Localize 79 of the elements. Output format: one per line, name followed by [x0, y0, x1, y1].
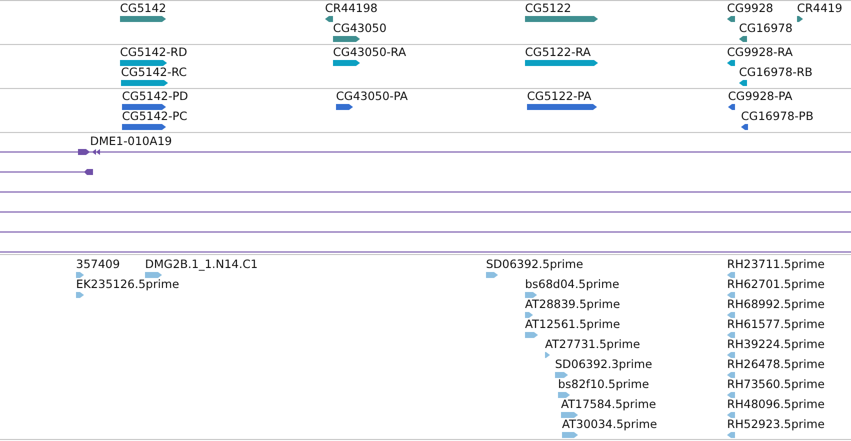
feature-arrow[interactable] — [561, 412, 578, 418]
feature-arrow[interactable] — [120, 16, 166, 22]
feature-label: RH48096.5prime — [727, 398, 825, 411]
feature-label: CG43050-RA — [333, 46, 406, 59]
feature-arrow[interactable] — [727, 352, 735, 358]
feature-label: SD06392.3prime — [555, 358, 652, 371]
feature-arrow[interactable] — [76, 272, 84, 278]
feature-arrow[interactable] — [739, 80, 747, 86]
feature-label: RH73560.5prime — [727, 378, 825, 391]
feature-label: CG9928 — [727, 2, 774, 15]
feature-label: AT28839.5prime — [525, 298, 620, 311]
feature-arrow[interactable] — [727, 332, 735, 338]
feature-arrow[interactable] — [122, 104, 166, 110]
feature-arrow[interactable] — [727, 432, 735, 438]
feature-arrow[interactable] — [727, 372, 735, 378]
feature-arrow[interactable] — [558, 392, 570, 398]
feature-label: bs68d04.5prime — [525, 278, 620, 291]
feature-label: CR44198 — [325, 2, 378, 15]
feature-label: CG9928-RA — [727, 46, 793, 59]
feature-label: CG5142-PC — [122, 110, 188, 123]
feature-label: 357409 — [76, 258, 120, 271]
feature-arrow[interactable] — [76, 292, 84, 298]
feature-arrow[interactable] — [727, 292, 735, 298]
feature-label: CG43050-PA — [336, 90, 408, 103]
feature-label: RH26478.5prime — [727, 358, 825, 371]
feature-label: RH62701.5prime — [727, 278, 825, 291]
feature-arrow[interactable] — [122, 124, 166, 130]
feature-label: RH39224.5prime — [727, 338, 825, 351]
feature-label: CG5122 — [525, 2, 572, 15]
feature-arrow[interactable] — [727, 60, 735, 66]
feature-arrow[interactable] — [486, 272, 498, 278]
feature-arrow[interactable] — [145, 272, 162, 278]
feature-label: CG16978-RB — [739, 66, 813, 79]
feature-arrow[interactable] — [527, 104, 597, 110]
feature-arrow[interactable] — [728, 104, 735, 110]
feature-arrow[interactable] — [325, 16, 333, 22]
feature-arrow[interactable] — [727, 392, 735, 398]
feature-arrow[interactable] — [525, 292, 537, 298]
feature-label: EK235126.5prime — [76, 278, 180, 291]
feature-arrow[interactable] — [525, 312, 533, 318]
feature-arrow[interactable] — [120, 60, 167, 66]
feature-label: CG5142-RC — [121, 66, 187, 79]
feature-label: AT12561.5prime — [525, 318, 620, 331]
feature-label: AT17584.5prime — [561, 398, 656, 411]
feature-label: CR4419 — [797, 2, 842, 15]
feature-label: CG43050 — [333, 22, 387, 35]
feature-label: CG5142-RD — [120, 46, 188, 59]
feature-arrow[interactable] — [121, 80, 168, 86]
clone-label: DME1-010A19 — [90, 135, 172, 148]
feature-label: AT30034.5prime — [562, 418, 658, 431]
feature-arrow[interactable] — [555, 372, 568, 378]
feature-label: CG5122-PA — [527, 90, 592, 103]
feature-arrow[interactable] — [727, 16, 735, 22]
feature-arrow[interactable] — [545, 352, 550, 358]
feature-label: CG5142 — [120, 2, 166, 15]
feature-label: RH52923.5prime — [727, 418, 825, 431]
feature-label: bs82f10.5prime — [558, 378, 650, 391]
feature-arrow[interactable] — [333, 60, 360, 66]
feature-arrow[interactable] — [727, 312, 735, 318]
feature-arrow[interactable] — [739, 36, 747, 42]
feature-label: RH61577.5prime — [727, 318, 825, 331]
feature-arrow[interactable] — [333, 36, 360, 42]
feature-arrow[interactable] — [727, 412, 735, 418]
feature-label: CG5122-RA — [525, 46, 591, 59]
feature-arrow[interactable] — [562, 432, 578, 438]
feature-arrow[interactable] — [727, 272, 735, 278]
feature-arrow[interactable] — [336, 104, 353, 110]
feature-label: CG9928-PA — [728, 90, 792, 103]
feature-label: CG16978-PB — [741, 110, 814, 123]
feature-label: DMG2B.1_1.N14.C1 — [145, 258, 258, 271]
feature-label: RH23711.5prime — [727, 258, 825, 271]
feature-label: RH68992.5prime — [727, 298, 825, 311]
feature-label: SD06392.5prime — [486, 258, 584, 271]
feature-label: CG16978 — [739, 22, 793, 35]
feature-arrow[interactable] — [741, 124, 748, 130]
feature-arrow[interactable] — [525, 332, 538, 338]
feature-arrow[interactable] — [797, 16, 803, 22]
feature-label: CG5142-PD — [122, 90, 188, 103]
feature-label: AT27731.5prime — [545, 338, 640, 351]
